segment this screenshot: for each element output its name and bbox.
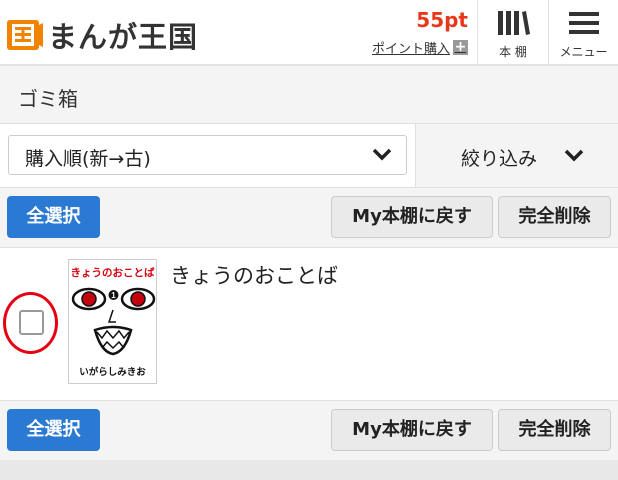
points-balance: 55pt	[416, 8, 468, 32]
logo[interactable]: まんが王国	[6, 14, 198, 56]
filter-button[interactable]: 絞り込み	[415, 124, 618, 187]
chevron-down-icon	[372, 148, 392, 161]
app-header: まんが王国 55pt ポイント購入 + 本 棚 メニュー	[0, 0, 618, 66]
cover-illustration: 1	[71, 287, 156, 356]
restore-to-shelf-button[interactable]: My本棚に戻す	[331, 409, 493, 451]
book-title[interactable]: きょうのおことば	[170, 260, 338, 290]
page-title: ゴミ箱	[18, 87, 78, 111]
sort-order-select[interactable]: 購入順(新→古)	[8, 135, 407, 175]
points-area: 55pt ポイント購入 +	[372, 8, 468, 57]
list-item: きょうのおことば 1 いがらしみきお きょうのおことば	[0, 248, 618, 400]
cover-title: きょうのおことば	[70, 267, 155, 279]
menu-label: メニュー	[559, 45, 608, 59]
logo-text: まんが王国	[48, 20, 199, 54]
bookshelf-label: 本 棚	[499, 45, 527, 59]
buy-points-label: ポイント購入	[371, 42, 450, 57]
plus-icon: +	[453, 39, 468, 55]
cover-author: いがらしみきお	[79, 367, 146, 378]
select-all-button[interactable]: 全選択	[7, 196, 100, 238]
bookshelf-icon	[498, 11, 530, 35]
select-all-button[interactable]: 全選択	[7, 409, 100, 451]
restore-to-shelf-button[interactable]: My本棚に戻す	[331, 196, 493, 238]
book-cover[interactable]: きょうのおことば 1 いがらしみきお	[68, 259, 157, 384]
permanent-delete-button[interactable]: 完全削除	[498, 409, 611, 451]
hamburger-menu-icon	[568, 12, 599, 34]
bookshelf-button[interactable]: 本 棚	[477, 0, 548, 64]
chevron-down-icon	[564, 149, 584, 162]
book-select-checkbox[interactable]	[19, 310, 44, 335]
page-title-bar: ゴミ箱	[0, 66, 618, 124]
svg-text:1: 1	[111, 291, 116, 300]
permanent-delete-button[interactable]: 完全削除	[498, 196, 611, 238]
action-bar-bottom: 全選択 My本棚に戻す 完全削除	[0, 400, 618, 460]
filter-label: 絞り込み	[461, 148, 538, 170]
manga-oukoku-logo-icon	[7, 20, 43, 50]
buy-points-link[interactable]: ポイント購入 +	[372, 38, 468, 57]
sort-order-value: 購入順(新→古)	[25, 148, 151, 170]
footer-strip	[0, 460, 618, 480]
menu-button[interactable]: メニュー	[548, 0, 618, 64]
sort-filter-row: 購入順(新→古) 絞り込み	[0, 124, 618, 188]
action-bar-top: 全選択 My本棚に戻す 完全削除	[0, 188, 618, 248]
